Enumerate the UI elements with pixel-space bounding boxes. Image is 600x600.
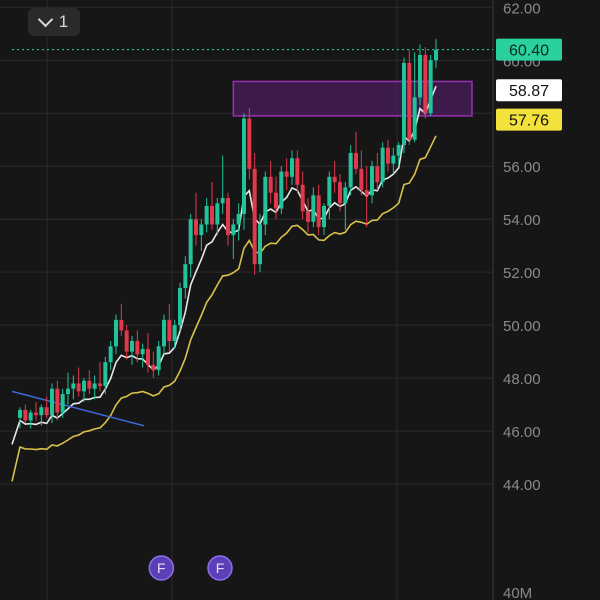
candle-body	[274, 192, 278, 209]
candle-body	[343, 187, 348, 204]
candle-body	[284, 171, 289, 177]
candle-body	[375, 166, 380, 183]
candle-body	[162, 319, 166, 347]
candle-body	[423, 54, 428, 114]
candle-body	[178, 288, 182, 326]
y-tick-label: 56.00	[503, 159, 541, 176]
candle-body	[18, 409, 22, 418]
candle-body	[119, 319, 124, 331]
candle-body	[268, 176, 273, 193]
candle-body	[359, 168, 364, 191]
candle-body	[402, 62, 406, 146]
candle-body	[98, 383, 102, 387]
candle-body	[300, 184, 305, 212]
y-tick-label: 44.00	[503, 477, 541, 494]
y-tick-label: 50.00	[503, 318, 541, 335]
candle-body	[226, 198, 230, 236]
fast-ma-price-label: 58.87	[509, 83, 549, 100]
candle-body	[311, 195, 316, 222]
candle-body	[396, 145, 401, 156]
candle-body	[172, 325, 177, 342]
candle-body	[386, 147, 390, 164]
candle-body	[279, 171, 284, 209]
candle-body	[412, 97, 417, 140]
candle-body	[434, 49, 438, 61]
candle-body	[252, 168, 257, 265]
candle-body	[135, 341, 140, 355]
candle-body	[210, 205, 214, 225]
y-tick-label: 54.00	[503, 212, 541, 229]
candle-body	[380, 147, 385, 183]
candle-body	[247, 118, 252, 169]
candle-body	[364, 190, 369, 196]
candle-body	[242, 118, 246, 214]
candle-body	[76, 383, 81, 392]
candle-body	[322, 205, 326, 228]
candle-body	[306, 211, 310, 222]
candle-body	[290, 158, 294, 177]
candle-body	[28, 412, 33, 421]
candle-body	[114, 319, 118, 347]
event-marker-label: F	[157, 560, 166, 576]
candle-body	[391, 155, 396, 164]
candle-body	[130, 341, 134, 352]
candle-body	[71, 383, 76, 389]
candle-body	[348, 152, 353, 188]
candle-body	[44, 407, 49, 416]
candle-body	[407, 62, 412, 140]
candle-body	[151, 364, 156, 371]
candle-body	[146, 348, 150, 365]
candle-body	[108, 346, 113, 363]
candle-body	[103, 362, 108, 387]
candle-body	[87, 380, 92, 389]
candle-body	[66, 388, 70, 394]
candle-body	[92, 383, 97, 389]
candle-body	[156, 346, 161, 371]
chevron-down-icon	[37, 11, 54, 28]
candle-body	[34, 412, 38, 416]
last-price-label: 60.40	[509, 43, 549, 60]
candle-body	[316, 195, 321, 228]
candle-body	[231, 224, 236, 236]
candle-body	[194, 219, 198, 236]
y-tick-label: 52.00	[503, 265, 541, 282]
candle-body	[199, 224, 204, 236]
candle-body	[263, 176, 268, 225]
candle-body	[295, 158, 300, 185]
candle-body	[428, 60, 433, 114]
candle-body	[60, 394, 65, 413]
candle-body	[327, 176, 332, 206]
indicator-count: 1	[58, 12, 69, 31]
fast-moving-average-line	[11, 85, 437, 445]
candle-body	[82, 380, 86, 392]
candle-body	[258, 224, 262, 265]
candle-body	[215, 203, 220, 225]
candle-body	[236, 213, 241, 225]
candle-body	[183, 264, 188, 289]
candle-body	[220, 198, 225, 204]
indicator-toggle-button[interactable]: 1	[28, 8, 80, 36]
candle-body	[23, 409, 28, 421]
candlestick-chart[interactable]: 62.0060.0058.0056.0054.0052.0050.0048.00…	[0, 0, 600, 600]
candle-body	[370, 166, 374, 196]
y-tick-label: 48.00	[503, 371, 541, 388]
event-marker-label: F	[216, 560, 225, 576]
volume-axis-label: 40M	[503, 585, 532, 600]
y-tick-label: 62.00	[503, 0, 541, 17]
candle-body	[354, 152, 358, 169]
candle-body	[338, 182, 342, 204]
candle-body	[332, 176, 337, 183]
candle-body	[39, 407, 44, 416]
candle-body	[188, 219, 193, 265]
candle-body	[418, 54, 422, 98]
candle-body	[50, 388, 54, 416]
candle-body	[124, 330, 129, 352]
candle-body	[140, 348, 145, 355]
candle-body	[55, 388, 60, 413]
candle-body	[167, 319, 172, 342]
candle-body	[204, 205, 209, 225]
slow-ma-price-label: 57.76	[509, 113, 549, 130]
y-tick-label: 46.00	[503, 424, 541, 441]
